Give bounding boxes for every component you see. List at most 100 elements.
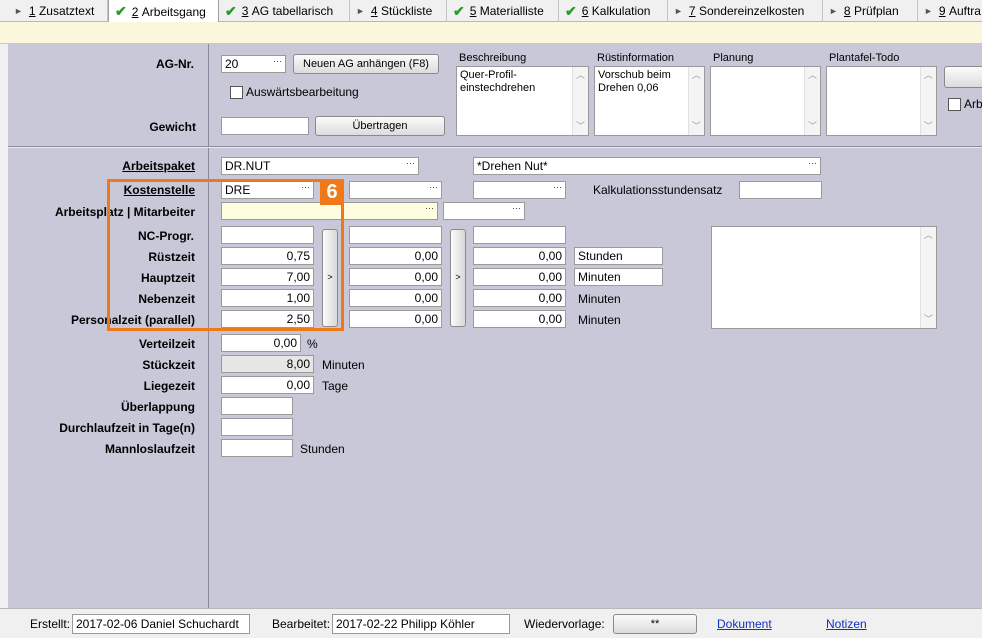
plantafel-textarea[interactable]: ︿ ﹀: [826, 66, 937, 136]
ellipsis-icon: ···: [553, 182, 562, 192]
chevron-up-icon: ︿: [924, 230, 934, 240]
tab-auftrag[interactable]: ► 9 Auftra: [918, 0, 982, 22]
erstellt-value: 2017-02-06 Daniel Schuchardt: [72, 614, 250, 634]
play-icon: ►: [924, 6, 933, 16]
nebenzeit-field-3[interactable]: 0,00: [473, 289, 566, 307]
tab-stueckliste[interactable]: ► 4 Stückliste: [350, 0, 447, 22]
planung-textarea[interactable]: ︿ ﹀: [710, 66, 821, 136]
ruestinfo-label: Rüstinformation: [597, 52, 675, 64]
scrollbar[interactable]: ︿ ﹀: [688, 67, 704, 135]
side-button[interactable]: [944, 66, 982, 88]
ruestinfo-textarea[interactable]: Vorschub beim Drehen 0,06 ︿ ﹀: [594, 66, 705, 136]
chevron-up-icon: ︿: [692, 70, 702, 80]
liegezeit-field[interactable]: 0,00: [221, 376, 314, 394]
arbeitspaket-label[interactable]: Arbeitspaket: [100, 159, 195, 173]
checkmark-icon: ✔: [453, 2, 465, 19]
ruestzeit-unit-select[interactable]: Stunden: [574, 247, 663, 265]
play-icon: ►: [829, 6, 838, 16]
tab-arbeitsgang[interactable]: ✔ 2 Arbeitsgang: [108, 0, 219, 23]
planung-label: Planung: [713, 52, 754, 64]
liegezeit-unit: Tage: [322, 379, 349, 393]
chevron-down-icon: ﹀: [808, 121, 818, 131]
highlight-frame: [107, 179, 344, 331]
wiedervorlage-button[interactable]: **: [613, 614, 697, 634]
chevron-down-icon: ﹀: [924, 314, 934, 324]
step-badge: 6: [320, 179, 344, 205]
durchlaufzeit-label: Durchlaufzeit in Tage(n): [59, 421, 195, 435]
chevron-up-icon: ︿: [924, 70, 934, 80]
durchlaufzeit-field[interactable]: [221, 418, 293, 436]
kostenstelle-field-2[interactable]: ···: [349, 181, 442, 199]
play-icon: ►: [674, 6, 683, 16]
kostenstelle-field-3[interactable]: ···: [473, 181, 566, 199]
chevron-up-icon: ︿: [576, 70, 586, 80]
ag-nr-field[interactable]: 20 ···: [221, 55, 286, 73]
new-ag-button[interactable]: Neuen AG anhängen (F8): [293, 54, 439, 74]
scrollbar[interactable]: ︿ ﹀: [804, 67, 820, 135]
ag-nr-label: AG-Nr.: [155, 57, 194, 71]
arbeitspaket-desc-field[interactable]: *Drehen Nut* ···: [473, 157, 821, 175]
mitarbeiter-field[interactable]: ···: [443, 202, 525, 220]
hauptzeit-field-2[interactable]: 0,00: [349, 268, 442, 286]
bearbeitet-label: Bearbeitet:: [272, 617, 331, 631]
verteilzeit-unit: %: [307, 337, 318, 351]
chevron-down-icon: ﹀: [692, 121, 702, 131]
dokument-link[interactable]: Dokument: [717, 614, 772, 634]
scrollbar[interactable]: ︿ ﹀: [920, 67, 936, 135]
notizen-link[interactable]: Notizen: [826, 614, 867, 634]
gewicht-field[interactable]: [221, 117, 309, 135]
checkmark-icon: ✔: [115, 3, 127, 19]
beschreibung-label: Beschreibung: [459, 52, 527, 64]
notes-textarea[interactable]: ︿ ﹀: [711, 226, 937, 329]
beschreibung-textarea[interactable]: Quer-Profil- einstechdrehen ︿ ﹀: [456, 66, 589, 136]
mannlos-unit: Stunden: [300, 442, 345, 456]
kalk-field[interactable]: [739, 181, 822, 199]
arb-checkbox[interactable]: [948, 98, 961, 111]
hauptzeit-unit-select[interactable]: Minuten: [574, 268, 663, 286]
nc-field-3[interactable]: [473, 226, 566, 244]
verteilzeit-label: Verteilzeit: [138, 337, 195, 351]
scrollbar[interactable]: ︿ ﹀: [572, 67, 588, 135]
info-band: [0, 22, 982, 44]
erstellt-label: Erstellt:: [30, 617, 71, 631]
uebertragen-button[interactable]: Übertragen: [315, 116, 445, 136]
stueckzeit-label: Stückzeit: [142, 358, 195, 372]
wiedervorlage-label: Wiedervorlage:: [524, 617, 605, 631]
kalk-label: Kalkulationsstundensatz: [593, 183, 723, 197]
tab-sondereinzelkosten[interactable]: ► 7 Sondereinzelkosten: [668, 0, 823, 22]
ellipsis-icon: ···: [425, 203, 434, 213]
plantafel-label: Plantafel-Todo: [829, 52, 900, 64]
personalzeit-field-3[interactable]: 0,00: [473, 310, 566, 328]
liegezeit-label: Liegezeit: [143, 379, 195, 393]
chevron-down-icon: ﹀: [576, 121, 586, 131]
hauptzeit-field-3[interactable]: 0,00: [473, 268, 566, 286]
chevron-up-icon: ︿: [808, 70, 818, 80]
tab-pruefplan[interactable]: ► 8 Prüfplan: [823, 0, 918, 22]
tab-ag-tabellarisch[interactable]: ✔ 3 AG tabellarisch: [219, 0, 350, 22]
mannlos-field[interactable]: [221, 439, 293, 457]
nebenzeit-field-2[interactable]: 0,00: [349, 289, 442, 307]
ueberlappung-field[interactable]: [221, 397, 293, 415]
verteilzeit-field[interactable]: 0,00: [221, 334, 301, 352]
ruestzeit-field-2[interactable]: 0,00: [349, 247, 442, 265]
nc-field-2[interactable]: [349, 226, 442, 244]
ruestzeit-field-3[interactable]: 0,00: [473, 247, 566, 265]
ellipsis-icon: ···: [512, 203, 521, 213]
personalzeit-field-2[interactable]: 0,00: [349, 310, 442, 328]
ueberlappung-label: Überlappung: [121, 400, 195, 414]
tab-kalkulation[interactable]: ✔ 6 Kalkulation: [559, 0, 668, 22]
tab-bar: ► 1 Zusatztext ✔ 2 Arbeitsgang ✔ 3 AG tabel…: [0, 0, 982, 23]
ellipsis-icon: ···: [273, 56, 282, 66]
stueckzeit-unit: Minuten: [322, 358, 365, 372]
auswaerts-label: Auswärtsbearbeitung: [246, 85, 359, 99]
tab-materialliste[interactable]: ✔ 5 Materialliste: [447, 0, 559, 22]
checkmark-icon: ✔: [565, 2, 577, 19]
auswaerts-checkbox[interactable]: [230, 86, 243, 99]
gewicht-label: Gewicht: [149, 120, 196, 134]
tab-zusatztext[interactable]: ► 1 Zusatztext: [8, 0, 108, 22]
play-icon: ►: [356, 6, 365, 16]
transfer-right-button-2[interactable]: >: [450, 229, 466, 327]
mannlos-label: Mannloslaufzeit: [104, 442, 195, 456]
scrollbar[interactable]: ︿ ﹀: [920, 227, 936, 328]
arbeitspaket-field[interactable]: DR.NUT ···: [221, 157, 419, 175]
